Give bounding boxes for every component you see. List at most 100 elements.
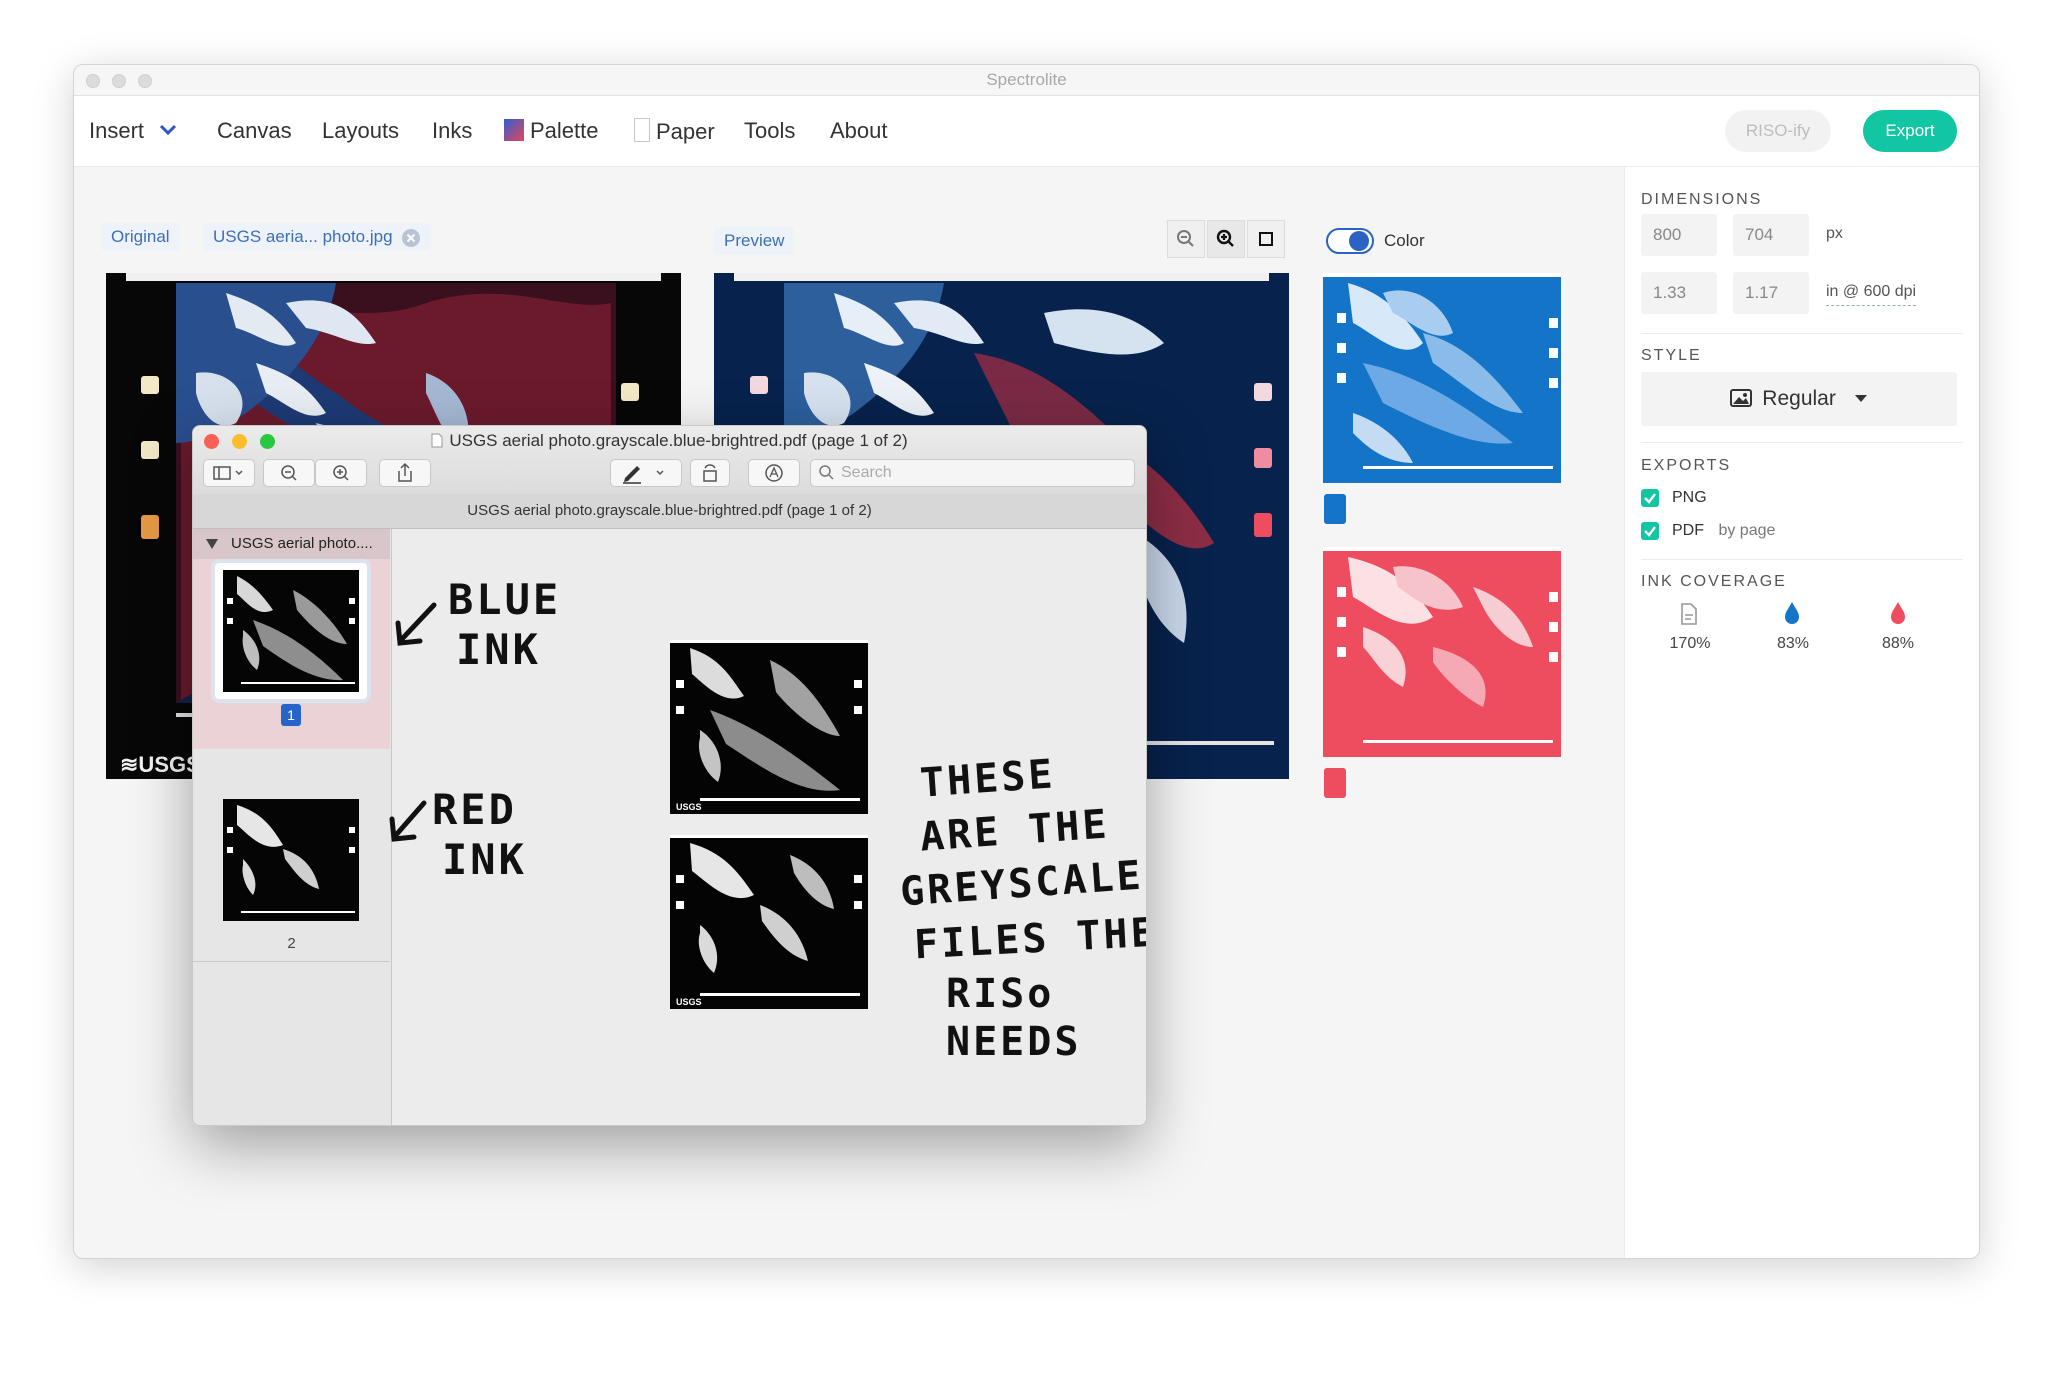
close-window-button[interactable] xyxy=(86,74,100,88)
note-red-line-2: INK xyxy=(442,835,527,884)
note-main-line-4: FILES THE xyxy=(912,909,1147,969)
coverage-blue: 83% xyxy=(1776,635,1810,652)
arrow-to-blue-icon xyxy=(395,602,437,646)
usgs-logo-small: USGS xyxy=(676,802,702,812)
menu-canvas[interactable]: Canvas xyxy=(217,118,292,144)
thumbnail-sidebar: USGS aerial photo.... 1 2 xyxy=(193,529,392,1125)
note-main-line-1: THESE xyxy=(918,751,1057,807)
riso-ify-button[interactable]: RISO-ify xyxy=(1725,110,1831,152)
style-heading: STYLE xyxy=(1641,347,1702,364)
original-tab[interactable]: Original xyxy=(101,223,180,251)
preview-zoom-out-button[interactable] xyxy=(263,459,315,487)
divider xyxy=(1641,442,1963,443)
menu-about[interactable]: About xyxy=(830,118,888,144)
zoom-in-icon xyxy=(333,465,349,481)
thumbnail-page-1[interactable]: 1 xyxy=(193,559,390,749)
divider xyxy=(1641,559,1963,560)
menu-inks[interactable]: Inks xyxy=(432,118,472,144)
search-field[interactable]: Search xyxy=(810,459,1135,487)
zoom-out-button[interactable] xyxy=(1167,220,1205,258)
rotate-button[interactable] xyxy=(690,459,730,487)
greyscale-red-photo: USGS xyxy=(670,835,868,1009)
checkmark-icon xyxy=(1644,493,1656,504)
file-chip-label: USGS aeria... photo.jpg xyxy=(213,227,393,246)
usgs-logo-small: USGS xyxy=(676,997,702,1007)
pdf-file-icon xyxy=(431,433,443,448)
arrow-to-red-icon xyxy=(389,800,427,842)
menu-paper[interactable]: Paper xyxy=(634,118,715,145)
checkmark-icon xyxy=(1644,526,1656,537)
pdf-checkbox[interactable] xyxy=(1641,522,1659,540)
file-chip[interactable]: USGS aeria... photo.jpg xyxy=(203,223,431,251)
square-icon xyxy=(1259,232,1273,246)
preview-zoom-in-button[interactable] xyxy=(315,459,367,487)
sidebar-icon xyxy=(213,466,243,480)
dimensions-heading: DIMENSIONS xyxy=(1641,191,1763,208)
app-titlebar: Spectrolite xyxy=(74,65,1979,96)
menu-insert[interactable]: Insert xyxy=(89,118,178,144)
disclosure-triangle-icon xyxy=(206,539,218,549)
export-button[interactable]: Export xyxy=(1863,110,1957,152)
preview-toolbar: USGS aerial photo.grayscale.blue-brightr… xyxy=(193,426,1146,495)
preview-title-text: USGS aerial photo.grayscale.blue-brightr… xyxy=(449,431,908,450)
preview-document-bar: USGS aerial photo.grayscale.blue-brightr… xyxy=(193,494,1146,529)
color-toggle-label: Color xyxy=(1384,231,1425,250)
note-main-line-5: RISo xyxy=(946,971,1055,1017)
red-plate-photo xyxy=(1323,547,1561,757)
zoom-window-button[interactable] xyxy=(138,74,152,88)
divider xyxy=(1641,333,1963,334)
toggle-switch-icon xyxy=(1326,228,1374,254)
zoom-controls xyxy=(1167,220,1287,260)
caret-down-icon xyxy=(1854,395,1867,402)
dpi-selector[interactable]: in @ 600 dpi xyxy=(1826,283,1917,306)
color-toggle[interactable] xyxy=(1326,227,1374,260)
search-icon xyxy=(819,465,834,480)
preview-tab[interactable]: Preview xyxy=(714,227,795,255)
px-unit-label: px xyxy=(1826,225,1843,242)
width-px-input[interactable]: 800 xyxy=(1641,214,1717,256)
page-1-frame xyxy=(215,563,367,699)
sidebar-divider xyxy=(193,961,390,962)
share-button[interactable] xyxy=(379,459,431,487)
app-title: Spectrolite xyxy=(986,70,1067,89)
share-icon xyxy=(398,462,412,482)
paper-swatch-icon xyxy=(634,118,650,142)
pdf-label-text: PDF xyxy=(1672,522,1704,539)
png-checkbox[interactable] xyxy=(1641,489,1659,507)
thumbnail-page-2[interactable]: 2 xyxy=(193,749,390,961)
page-2-frame xyxy=(223,799,359,921)
menu-palette-label: Palette xyxy=(530,118,599,143)
menu-paper-label: Paper xyxy=(656,119,715,144)
page-1-thumbnail xyxy=(223,570,359,692)
usgs-logo: ≋USGS xyxy=(120,752,201,777)
red-ink-swatch[interactable] xyxy=(1324,768,1346,798)
height-in-input[interactable]: 1.17 xyxy=(1733,272,1809,314)
markup-icon xyxy=(765,464,783,482)
settings-sidebar: DIMENSIONS 800 704 px 1.33 1.17 in @ 600… xyxy=(1624,167,1979,1258)
document-icon xyxy=(1680,603,1698,630)
menu-tools[interactable]: Tools xyxy=(744,118,795,144)
fit-view-button[interactable] xyxy=(1247,220,1285,258)
page-1-number: 1 xyxy=(281,704,301,726)
menu-palette[interactable]: Palette xyxy=(504,118,599,144)
image-icon xyxy=(1730,389,1753,407)
height-px-input[interactable]: 704 xyxy=(1733,214,1809,256)
sidebar-toggle-button[interactable] xyxy=(203,459,255,487)
document-page: BLUE INK RED INK USGS USGS THESE ARE THE… xyxy=(389,529,1147,1125)
menu-layouts[interactable]: Layouts xyxy=(322,118,399,144)
markup-pen-button[interactable] xyxy=(610,459,682,487)
red-drop-icon xyxy=(1889,601,1907,630)
style-dropdown[interactable]: Regular xyxy=(1641,372,1957,426)
width-in-input[interactable]: 1.33 xyxy=(1641,272,1717,314)
thumbnail-group-header[interactable]: USGS aerial photo.... xyxy=(193,529,390,559)
coverage-total: 170% xyxy=(1669,635,1711,652)
zoom-out-icon xyxy=(1177,230,1194,247)
thumbnail-group-title: USGS aerial photo.... xyxy=(231,535,373,552)
zoom-in-button[interactable] xyxy=(1207,220,1245,258)
markup-toolbar-button[interactable] xyxy=(748,459,800,487)
minimize-window-button[interactable] xyxy=(112,74,126,88)
blue-ink-swatch[interactable] xyxy=(1324,494,1346,524)
menu-insert-label: Insert xyxy=(89,118,145,143)
rotate-icon xyxy=(703,464,717,482)
remove-file-icon[interactable] xyxy=(401,228,421,248)
